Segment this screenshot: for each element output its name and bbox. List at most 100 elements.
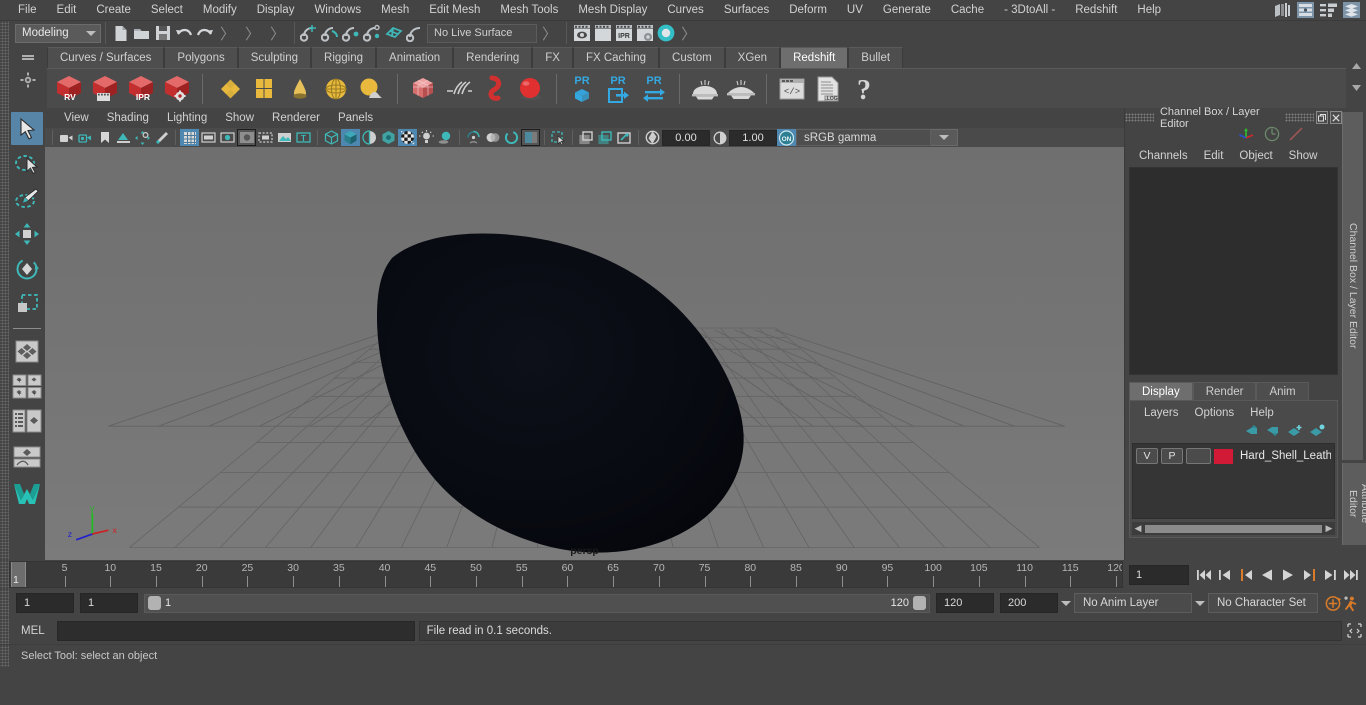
multisample-aa-icon[interactable] [502,129,521,146]
viewport-menu-renderer[interactable]: Renderer [263,108,329,128]
play-forwards-icon[interactable] [1279,565,1297,585]
shelf-tab-sculpting[interactable]: Sculpting [237,47,312,68]
image-plane-icon[interactable] [114,129,133,146]
character-set-dropdown-icon[interactable] [1192,600,1208,606]
open-scene-icon[interactable] [131,23,152,44]
command-input[interactable] [56,620,415,641]
layout-persp-graph[interactable] [11,440,43,473]
redshift-hair-icon[interactable] [441,71,477,107]
shadows-icon[interactable] [436,129,455,146]
chevron-down-icon[interactable] [82,24,100,42]
layout-outliner-persp[interactable] [11,405,43,438]
safe-action-icon[interactable] [275,129,294,146]
redshift-environment-icon[interactable] [354,71,390,107]
character-set-field[interactable]: No Character Set [1208,593,1318,613]
shelf-options-gear-icon[interactable] [9,68,47,91]
shelf-tab-rendering[interactable]: Rendering [453,47,533,68]
range-bar[interactable]: 1 120 [144,593,930,613]
layer-color-swatch[interactable] [1214,448,1233,464]
shelf-scroll-down-icon[interactable] [1351,79,1362,97]
redo-icon[interactable] [194,23,215,44]
layer-row[interactable]: V P Hard_Shell_Leather_Ey [1136,447,1331,465]
redshift-material-icon[interactable] [513,71,549,107]
gate-mask-icon[interactable] [237,129,256,146]
view-transform-dropdown-icon[interactable] [931,129,958,146]
use-all-lights-icon[interactable] [417,129,436,146]
animation-preferences-icon[interactable] [1342,593,1360,613]
anim-start-field[interactable]: 1 [16,593,74,613]
menu-generate[interactable]: Generate [873,0,941,20]
select-camera-icon[interactable] [57,129,76,146]
field-chart-icon[interactable] [256,129,275,146]
anim-layer-field[interactable]: No Anim Layer [1074,593,1192,613]
make-live-icon[interactable] [383,23,404,44]
panel-grip-left[interactable] [1125,113,1154,122]
menu-help[interactable]: Help [1127,0,1171,20]
shaded-textured-icon[interactable] [398,129,417,146]
panel-grip-right[interactable] [1285,113,1315,122]
menu-deform[interactable]: Deform [779,0,837,20]
hypershade-icon[interactable] [655,23,676,44]
isolate-select-icon[interactable] [549,129,568,146]
play-backwards-icon[interactable] [1258,565,1276,585]
gamma-field[interactable]: 1.00 [729,129,777,146]
depth-of-field-icon[interactable] [521,129,540,146]
redshift-dome-light-icon[interactable] [318,71,354,107]
tool-paint-select[interactable] [11,182,43,215]
redshift-help-icon[interactable]: ? [846,71,882,107]
undo-icon[interactable] [173,23,194,44]
redshift-sprite-icon[interactable] [477,71,513,107]
shelf-tab-xgen[interactable]: XGen [724,47,781,68]
redshift-script-editor-icon[interactable]: </> [774,71,810,107]
use-default-material-icon[interactable] [379,129,398,146]
live-surface-field[interactable]: No Live Surface [427,23,538,43]
redshift-proxy-convert-icon[interactable]: PR [636,71,672,107]
create-layer-from-selected-icon[interactable] [1309,424,1325,442]
tool-move[interactable] [11,217,43,250]
redshift-render-settings-icon[interactable] [159,71,195,107]
resolution-gate-icon[interactable] [218,129,237,146]
create-new-layer-icon[interactable] [1287,424,1303,442]
layer-visibility-toggle[interactable]: V [1136,448,1158,464]
shelf-tab-curves-surfaces[interactable]: Curves / Surfaces [47,47,165,68]
film-gate-icon[interactable] [199,129,218,146]
channelbox-toggle-icon[interactable] [1295,0,1316,21]
time-slider-grip[interactable] [0,560,9,589]
menu-3dtoall[interactable]: - 3DtoAll - [994,0,1065,20]
layer-tab-anim[interactable]: Anim [1256,382,1309,400]
range-bar-left-handle-group[interactable]: 1 [145,596,171,610]
command-line-grip[interactable] [0,617,9,644]
viewport-menu-view[interactable]: View [55,108,98,128]
shelf-tab-redshift[interactable]: Redshift [780,47,849,68]
menu-create[interactable]: Create [86,0,141,20]
render-sequence-icon[interactable]: IPR [613,23,634,44]
menu-cache[interactable]: Cache [941,0,994,20]
sidebar-toggle-icon[interactable] [1272,0,1293,21]
smooth-shade-all-icon[interactable] [341,129,360,146]
wireframe-icon[interactable] [322,129,341,146]
shelf-scroll-up-icon[interactable] [1351,57,1362,75]
redshift-proxy-mesh-icon[interactable] [210,71,246,107]
motion-blur-icon[interactable] [483,129,502,146]
viewport-canvas[interactable]: y x z persp [45,147,1124,560]
snap-to-curve-icon[interactable] [320,23,341,44]
grid-toggle-icon[interactable] [180,129,199,146]
ipr-render-icon[interactable] [592,23,613,44]
menu-modify[interactable]: Modify [193,0,247,20]
redshift-proxy-export-icon[interactable]: PR [600,71,636,107]
viewport-menu-lighting[interactable]: Lighting [158,108,216,128]
tool-select[interactable] [11,112,43,145]
viewport-menu-show[interactable]: Show [216,108,263,128]
range-start-field[interactable]: 1 [80,593,138,613]
anim-end-field[interactable]: 200 [1000,593,1058,613]
camera-attributes-icon[interactable] [76,129,95,146]
shelf-tab-fx[interactable]: FX [532,47,573,68]
render-current-frame-icon[interactable] [571,23,592,44]
viewport-menu-shading[interactable]: Shading [98,108,158,128]
snap-to-view-plane-icon[interactable] [404,23,425,44]
menu-surfaces[interactable]: Surfaces [714,0,779,20]
menu-mesh-display[interactable]: Mesh Display [568,0,657,20]
toolbox-grip[interactable] [0,108,9,560]
layer-list[interactable]: V P Hard_Shell_Leather_Ey [1132,443,1335,519]
new-scene-icon[interactable] [110,23,131,44]
